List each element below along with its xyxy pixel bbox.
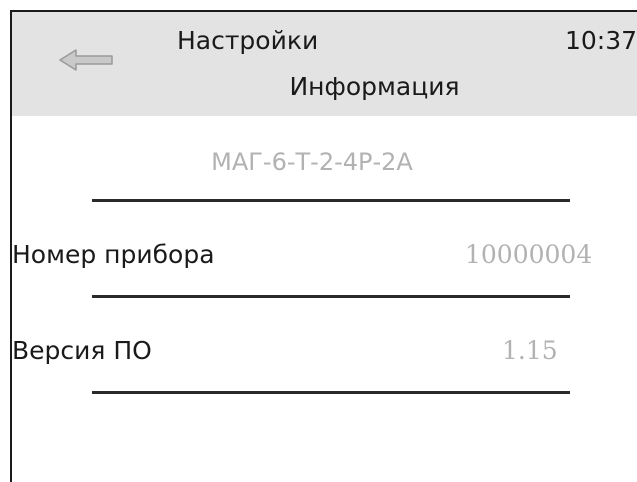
device-screen: Настройки 10:37 Информация МАГ-6-Т-2-4Р-… [10,10,637,482]
divider [92,295,570,298]
page-title: Информация [289,72,460,101]
menu-title: Настройки [177,26,319,55]
clock: 10:37 [564,26,637,55]
firmware-version-value: 1.15 [502,336,558,365]
firmware-version-label: Версия ПО [12,336,152,365]
device-model: МАГ-6-Т-2-4Р-2А [211,148,413,176]
header-bar: Настройки 10:37 Информация [12,12,637,116]
left-arrow-icon [58,47,114,73]
divider [92,199,570,202]
divider [92,391,570,394]
serial-number-label: Номер прибора [12,240,215,269]
serial-number-value: 10000004 [465,240,593,269]
